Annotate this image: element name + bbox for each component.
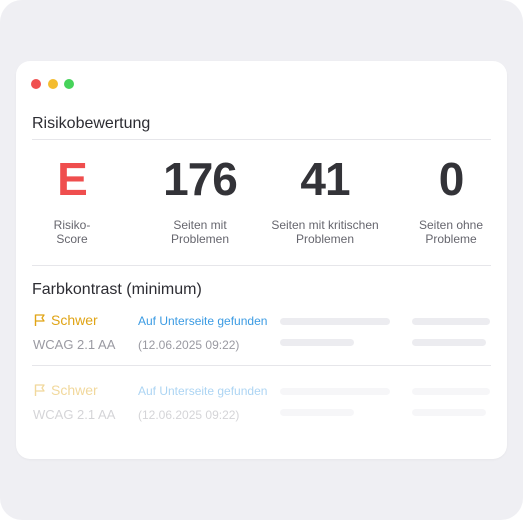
severity-badge: Schwer [33,382,98,398]
section-title-risk: Risikobewertung [32,115,151,132]
divider [32,365,491,366]
timestamp: (12.06.2025 09:22) [138,338,240,352]
skeleton-bar [412,409,486,416]
wcag-standard: WCAG 2.1 AA [33,337,116,352]
flag-icon [34,314,45,326]
skeleton-bar [412,318,490,325]
wcag-standard: WCAG 2.1 AA [33,407,116,422]
found-on-subpage-link[interactable]: Auf Unterseite gefunden [138,314,267,328]
stat-label: Seiten ohne Probleme [418,218,484,246]
stat-label: Seiten mit Problemen [170,218,230,246]
divider [32,265,491,266]
stat-value: 41 [300,153,350,205]
window-close-dot[interactable] [31,79,41,89]
background-frame: Risikobewertung E Risiko- Score 176 Seite… [0,0,523,520]
skeleton-bar [280,409,354,416]
stat-value: 176 [163,153,238,205]
stat-pages-critical: 41 Seiten mit kritischen Problemen [265,153,385,246]
skeleton-bar [412,388,490,395]
skeleton-bar [280,318,390,325]
skeleton-bar [280,388,390,395]
skeleton-bar [280,339,354,346]
stat-pages-with-problems: 176 Seiten mit Problemen [140,153,260,246]
issue-row: Schwer WCAG 2.1 AA Auf Unterseite gefund… [16,382,507,430]
section-title-contrast: Farbkontrast (minimum) [32,281,202,298]
timestamp: (12.06.2025 09:22) [138,408,240,422]
risk-score-value: E [57,153,88,205]
window-minimize-dot[interactable] [48,79,58,89]
found-on-subpage-link[interactable]: Auf Unterseite gefunden [138,384,267,398]
stat-label: Risiko- Score [53,218,91,246]
stat-label: Seiten mit kritischen Problemen [271,218,379,246]
stat-value: 0 [438,153,465,205]
flag-icon [34,384,45,396]
risk-card: Risikobewertung E Risiko- Score 176 Seite… [16,61,507,459]
severity-badge: Schwer [33,312,98,328]
stat-pages-without-problems: 0 Seiten ohne Probleme [391,153,511,246]
skeleton-bar [412,339,486,346]
stat-risk-score: E Risiko- Score [12,153,132,246]
window-maximize-dot[interactable] [64,79,74,89]
divider [32,139,491,140]
issue-row: Schwer WCAG 2.1 AA Auf Unterseite gefund… [16,312,507,360]
